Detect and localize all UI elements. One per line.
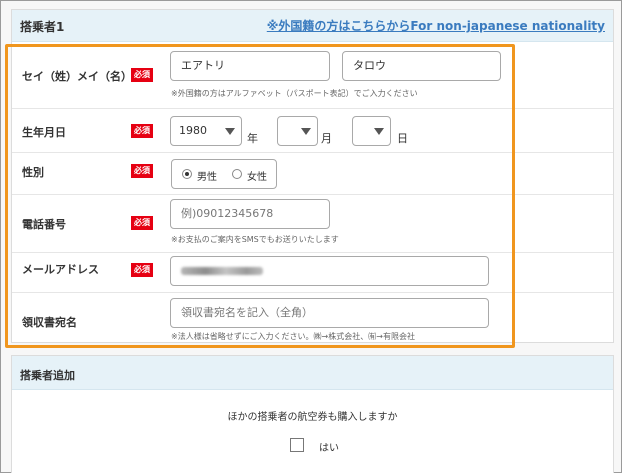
add-passenger-yes-label[interactable]: はい [319, 439, 339, 454]
female-label[interactable]: 女性 [247, 168, 267, 183]
required-badge: 必須 [131, 263, 153, 277]
birth-year-value: 1980 [179, 124, 207, 137]
phone-input[interactable]: 例)09012345678 [170, 199, 330, 229]
email-label: メールアドレス [22, 263, 99, 276]
add-passenger-panel: 搭乗者追加 ほかの搭乗者の航空券も購入しますか はい [11, 355, 614, 473]
passenger-panel: 搭乗者1 ※外国籍の方はこちらからFor non-japanese nation… [11, 9, 614, 343]
add-passenger-checkbox[interactable] [290, 438, 304, 452]
receipt-label: 領収書宛名 [22, 316, 77, 329]
gender-label: 性別 [22, 166, 44, 179]
name-row: セイ（姓）メイ（名） 必須 エアトリ タロウ ※外国籍の方はアルファベット（パス… [12, 43, 613, 109]
female-radio[interactable] [232, 169, 242, 179]
birth-label: 生年月日 [22, 126, 66, 139]
year-unit: 年 [247, 132, 258, 145]
name-note: ※外国籍の方はアルファベット（パスポート表記）でご入力ください [171, 89, 418, 98]
redacted-email [181, 267, 263, 275]
receipt-input[interactable]: 領収書宛名を記入（全角） [170, 298, 489, 328]
email-input[interactable] [170, 256, 489, 286]
chevron-down-icon [374, 128, 384, 135]
mei-input[interactable]: タロウ [342, 51, 501, 81]
birth-row: 生年月日 必須 1980 年 月 日 [12, 109, 613, 153]
receipt-row: 領収書宛名 領収書宛名を記入（全角） ※法人様は省略せずにご入力ください。㈱→株… [12, 293, 613, 343]
passenger-title: 搭乗者1 [20, 20, 65, 34]
male-label[interactable]: 男性 [197, 168, 217, 183]
page-frame: 搭乗者1 ※外国籍の方はこちらからFor non-japanese nation… [0, 0, 622, 473]
receipt-note: ※法人様は省略せずにご入力ください。㈱→株式会社、㈲→有限会社 [171, 332, 415, 341]
gender-radio-group: 男性 女性 [171, 159, 277, 189]
passenger-panel-header: 搭乗者1 ※外国籍の方はこちらからFor non-japanese nation… [12, 10, 613, 42]
month-unit: 月 [321, 132, 332, 145]
day-unit: 日 [397, 132, 408, 145]
required-badge: 必須 [131, 124, 153, 138]
birth-day-select[interactable] [352, 116, 391, 146]
gender-row: 性別 必須 男性 女性 [12, 153, 613, 195]
phone-label: 電話番号 [22, 218, 66, 231]
required-badge: 必須 [131, 68, 153, 82]
chevron-down-icon [225, 128, 235, 135]
required-badge: 必須 [131, 216, 153, 230]
foreign-nationality-link[interactable]: ※外国籍の方はこちらからFor non-japanese nationality [267, 17, 605, 34]
required-badge: 必須 [131, 164, 153, 178]
birth-year-select[interactable]: 1980 [170, 116, 242, 146]
male-radio[interactable] [182, 169, 192, 179]
add-passenger-title: 搭乗者追加 [20, 369, 75, 382]
phone-note: ※お支払のご案内をSMSでもお送りいたします [171, 235, 339, 244]
birth-month-select[interactable] [277, 116, 318, 146]
phone-row: 電話番号 必須 例)09012345678 ※お支払のご案内をSMSでもお送りい… [12, 195, 613, 253]
add-passenger-question: ほかの搭乗者の航空券も購入しますか [227, 412, 398, 423]
email-row: メールアドレス 必須 [12, 253, 613, 293]
chevron-down-icon [301, 128, 311, 135]
add-passenger-header: 搭乗者追加 [12, 356, 613, 390]
sei-input[interactable]: エアトリ [170, 51, 330, 81]
name-label: セイ（姓）メイ（名） [22, 70, 132, 83]
